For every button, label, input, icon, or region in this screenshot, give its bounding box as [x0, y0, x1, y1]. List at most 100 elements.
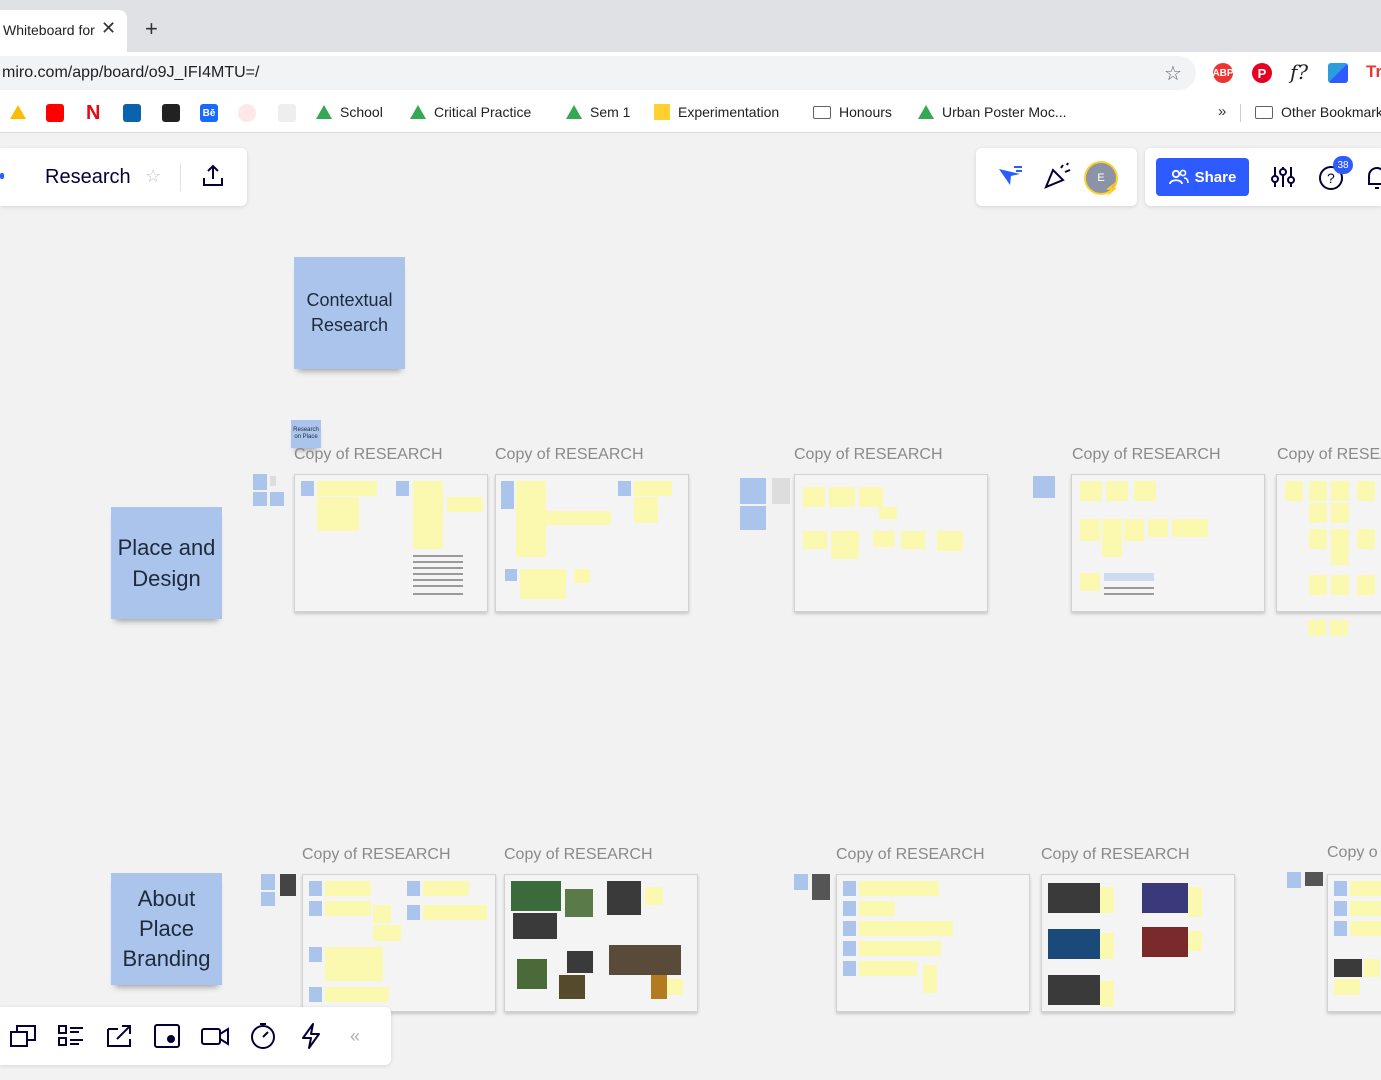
bookmarks-divider [1240, 104, 1241, 122]
users-icon [1168, 169, 1189, 185]
mini-sticky[interactable] [1330, 620, 1348, 636]
research-frame[interactable] [1327, 874, 1381, 1012]
folder-icon [1255, 105, 1273, 119]
sticky-place-and-design[interactable]: Place and Design [111, 507, 222, 619]
bookmark-critical-practice[interactable]: Critical Practice [410, 104, 531, 120]
url-text[interactable]: miro.com/app/board/o9J_IFI4MTU=/ [2, 64, 259, 82]
research-frame[interactable] [794, 474, 988, 612]
frame-label: Copy of RESEARCH [1041, 846, 1190, 863]
sticky-contextual-research[interactable]: Contextual Research [294, 257, 405, 369]
research-frame[interactable] [504, 874, 698, 1012]
frame-label: Copy of RESEARCH [1072, 446, 1221, 463]
bookmark-urban-poster[interactable]: Urban Poster Moc... [918, 104, 1067, 120]
tab-strip [0, 0, 1381, 52]
settings-sliders-icon[interactable] [1270, 164, 1296, 195]
sticky-research-on-place[interactable]: Research on Place [291, 420, 321, 448]
board-title[interactable]: Research [45, 166, 131, 189]
netflix-icon[interactable]: N [86, 102, 100, 125]
cursor-follow-icon[interactable] [996, 163, 1024, 194]
bookmark-star-icon[interactable]: ☆ [1164, 61, 1182, 86]
mini-sticky[interactable] [253, 492, 267, 506]
sticky-about-place-branding[interactable]: About Place Branding [111, 873, 222, 985]
research-frame[interactable] [495, 474, 689, 612]
bookmark-sem-1[interactable]: Sem 1 [566, 104, 630, 120]
frames-icon[interactable] [8, 1021, 38, 1051]
research-frame[interactable] [302, 874, 496, 1012]
checker-icon[interactable] [162, 104, 180, 122]
site-icon[interactable] [238, 104, 256, 122]
research-frame[interactable] [294, 474, 488, 612]
bookmark-label: Sem 1 [590, 104, 631, 120]
tab-close-icon[interactable]: ✕ [101, 18, 116, 39]
share-screen-icon[interactable] [104, 1021, 134, 1051]
bookmark-experimentation[interactable]: Experimentation [654, 104, 779, 120]
star-icon[interactable]: ☆ [145, 166, 161, 187]
timer-icon[interactable] [248, 1021, 278, 1051]
pinterest-icon[interactable]: P [1252, 63, 1272, 83]
lightning-tool-icon[interactable] [296, 1021, 326, 1051]
list-icon[interactable] [56, 1021, 86, 1051]
mini-sticky[interactable] [794, 874, 808, 890]
mini-sticky[interactable] [1287, 872, 1301, 888]
tab-title[interactable]: Whiteboard for Research [3, 22, 95, 38]
folder-icon [813, 105, 831, 119]
bookmark-label: School [340, 104, 383, 120]
comment-board-icon[interactable] [152, 1021, 182, 1051]
share-label: Share [1194, 168, 1237, 186]
frame-label: Copy of RESEARCH [836, 846, 985, 863]
celebrate-icon[interactable] [1043, 162, 1073, 195]
frame-label: Copy of RESEARCH [794, 446, 943, 463]
tp-extension-icon[interactable]: Tr [1366, 62, 1381, 82]
research-frame[interactable] [1041, 874, 1235, 1012]
new-tab-button[interactable]: + [145, 16, 158, 42]
miro-menu-icon[interactable] [0, 173, 4, 179]
bookmark-label: Experimentation [678, 104, 780, 120]
drive-icon[interactable] [10, 105, 26, 119]
bookmark-honours[interactable]: Honours [813, 104, 892, 120]
frame-label: Copy of RESEARCH [294, 446, 443, 463]
adblock-icon[interactable]: ABP [1212, 63, 1234, 83]
drive-icon [410, 105, 426, 119]
mini-sticky[interactable] [261, 892, 275, 906]
bookmarks-overflow-button[interactable]: » [1218, 103, 1226, 120]
drive-icon [918, 105, 934, 119]
formula-extension-icon[interactable]: f? [1290, 60, 1308, 84]
mini-sticky[interactable] [1308, 620, 1326, 636]
mini-doc [270, 476, 276, 486]
collapse-toolbar-button[interactable]: « [350, 1026, 360, 1047]
frame-label: Copy o [1327, 844, 1378, 861]
divider [180, 163, 181, 191]
mini-sticky[interactable] [253, 474, 267, 490]
export-icon[interactable] [200, 163, 226, 194]
frame-label: Copy of RESEA [1277, 446, 1381, 463]
other-bookmarks[interactable]: Other Bookmarks [1255, 104, 1381, 120]
bookmark-school[interactable]: School [316, 104, 383, 120]
bookmark-label: Urban Poster Moc... [942, 104, 1067, 120]
research-frame[interactable] [836, 874, 1030, 1012]
other-bookmarks-label: Other Bookmarks [1281, 104, 1381, 120]
frame-label: Copy of RESEARCH [495, 446, 644, 463]
mini-sticky[interactable] [261, 874, 275, 890]
research-frame[interactable] [1276, 474, 1381, 612]
mini-doc [772, 478, 790, 504]
youtube-icon[interactable] [46, 104, 64, 122]
mini-sticky[interactable] [740, 506, 766, 530]
video-icon[interactable] [200, 1021, 230, 1051]
svg-text:?: ? [1327, 170, 1335, 186]
bookmark-label: Critical Practice [434, 104, 532, 120]
drive-icon [566, 105, 582, 119]
mini-image [1305, 872, 1323, 886]
mini-sticky[interactable] [1033, 476, 1055, 498]
mini-image [812, 874, 830, 900]
doc-icon[interactable] [278, 104, 296, 122]
behance-icon[interactable]: Bē [200, 104, 218, 122]
notifications-bell-icon[interactable] [1366, 165, 1381, 196]
help-badge: 38 [1333, 156, 1353, 174]
share-button[interactable]: Share [1156, 158, 1249, 196]
outlook-icon[interactable] [123, 104, 141, 122]
research-frame[interactable] [1071, 474, 1265, 612]
extension-icon[interactable] [1328, 63, 1348, 83]
frame-label: Copy of RESEARCH [504, 846, 653, 863]
mini-sticky[interactable] [270, 492, 284, 506]
mini-sticky[interactable] [740, 478, 766, 504]
